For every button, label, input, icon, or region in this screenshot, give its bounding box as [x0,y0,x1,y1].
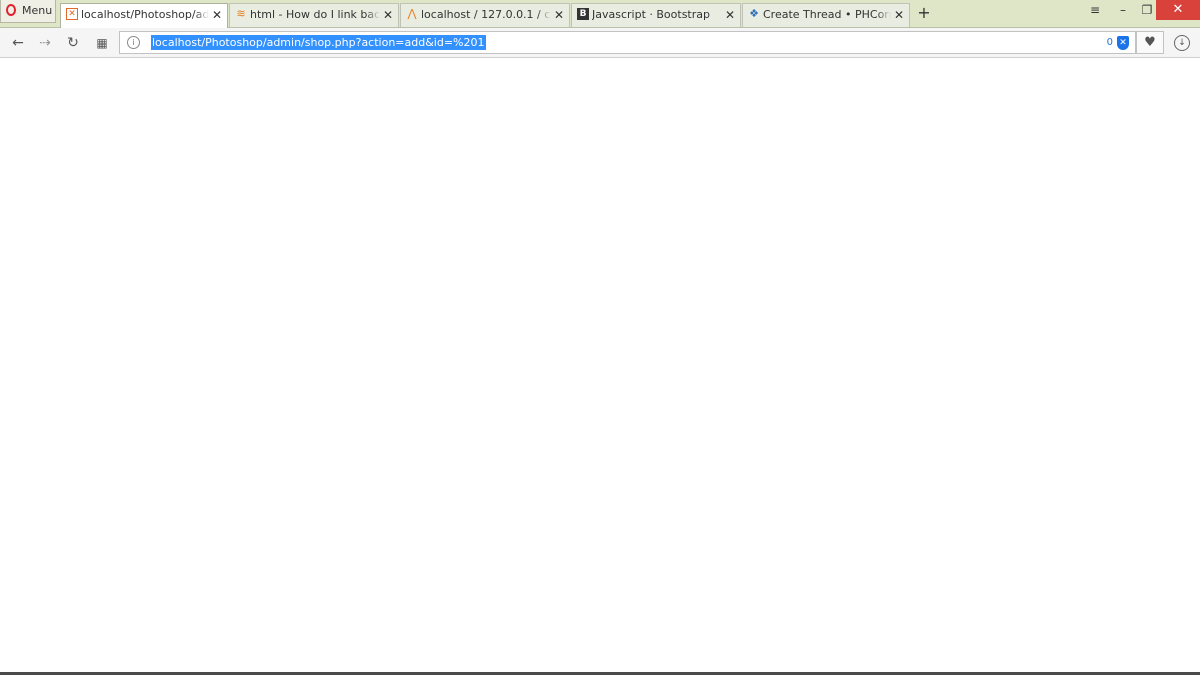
tab-close-icon[interactable]: ✕ [554,5,564,25]
stash-heart-icon[interactable]: ♥ [1136,31,1164,54]
bootstrap-icon: B [577,8,589,20]
tab-strip: Menu ✕ localhost/Photoshop/adm ✕ ≋ html … [0,0,1200,28]
tab-close-icon[interactable]: ✕ [894,5,904,25]
back-arrow-icon[interactable]: ← [8,33,28,53]
site-info-icon[interactable]: i [127,36,140,49]
phpmyadmin-icon: ⋀ [407,7,417,20]
close-window-button[interactable]: ✕ [1156,0,1200,20]
tab-title: Create Thread • PHCorner [763,5,891,25]
tab-phcorner[interactable]: ❖ Create Thread • PHCorner ✕ [742,3,910,27]
opera-menu-button[interactable]: Menu [0,0,56,23]
tab-close-icon[interactable]: ✕ [383,5,393,25]
minimize-button[interactable]: – [1114,0,1132,20]
menu-label: Menu [22,4,53,17]
download-icon[interactable]: ↓ [1168,31,1196,54]
page-content [0,58,1200,675]
reload-icon[interactable]: ↻ [63,33,83,53]
opera-logo-icon [6,4,16,16]
url-field[interactable]: localhost/Photoshop/admin/shop.php?actio… [151,35,486,50]
forward-arrow-icon[interactable]: ⇢ [35,33,55,53]
new-tab-button[interactable]: + [916,4,932,22]
tab-close-icon[interactable]: ✕ [725,5,735,25]
tab-menu-icon[interactable]: ≡ [1086,0,1104,20]
tab-bootstrap[interactable]: B Javascript · Bootstrap ✕ [571,3,741,27]
tab-stackoverflow[interactable]: ≋ html - How do I link back ✕ [229,3,399,27]
speed-dial-grid-icon[interactable]: ▦ [92,33,112,53]
tab-title: localhost/Photoshop/adm [81,5,209,25]
restore-button[interactable]: ❐ [1138,0,1156,20]
tab-title: html - How do I link back [250,5,380,25]
adblock-count: 0 [1106,37,1113,48]
adblock-shield-icon[interactable]: ✕ [1117,36,1129,50]
address-bar[interactable]: i localhost/Photoshop/admin/shop.php?act… [119,31,1136,54]
tab-localhost-photoshop[interactable]: ✕ localhost/Photoshop/adm ✕ [60,3,228,28]
phcorner-icon: ❖ [749,7,759,20]
navigation-toolbar: ← ⇢ ↻ ▦ i localhost/Photoshop/admin/shop… [0,28,1200,58]
stackoverflow-icon: ≋ [236,7,246,20]
xampp-icon: ✕ [66,8,78,20]
tab-close-icon[interactable]: ✕ [212,5,222,25]
tab-title: localhost / 127.0.0.1 / cam [421,5,551,25]
tab-title: Javascript · Bootstrap [592,5,722,25]
tab-phpmyadmin[interactable]: ⋀ localhost / 127.0.0.1 / cam ✕ [400,3,570,27]
